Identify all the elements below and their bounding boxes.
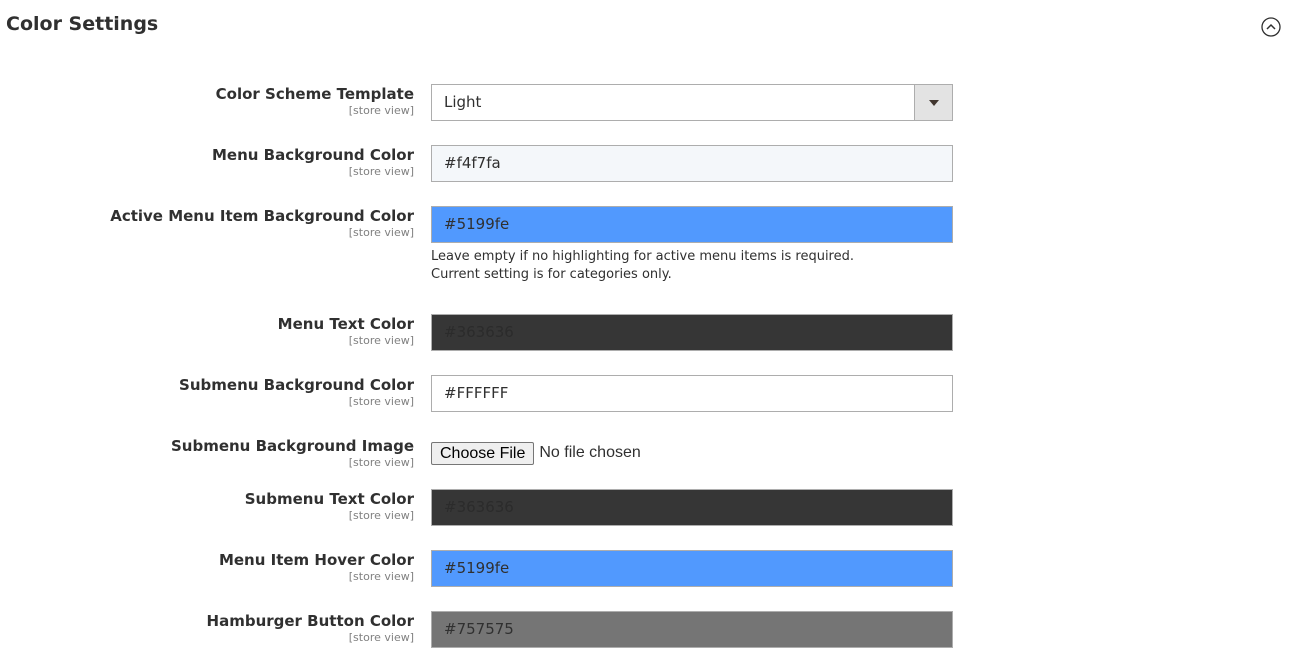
field-label: Menu Background Color [211, 146, 414, 164]
section-title: Color Settings [6, 13, 159, 35]
field-label: Color Scheme Template [215, 85, 414, 103]
field-label: Menu Text Color [277, 315, 414, 333]
active-menu-item-background-color-input[interactable]: #5199fe [431, 206, 953, 243]
field-label-group: Menu Item Hover Color [store view] [219, 551, 414, 584]
scope-label: [store view] [348, 334, 414, 347]
collapse-section-button[interactable] [1261, 17, 1281, 37]
select-value: Light [444, 93, 482, 111]
scope-label: [store view] [348, 631, 414, 644]
field-label-group: Submenu Background Color [store view] [179, 376, 414, 409]
submenu-text-color-input[interactable]: #363636 [431, 489, 953, 526]
scope-label: [store view] [348, 456, 414, 469]
field-label: Active Menu Item Background Color [110, 207, 414, 225]
submenu-background-image-file-input[interactable]: Choose File No file chosen [431, 441, 641, 465]
field-label-group: Color Scheme Template [store view] [216, 85, 414, 118]
field-note: Leave empty if no highlighting for activ… [431, 248, 854, 284]
field-label: Menu Item Hover Color [218, 551, 414, 569]
field-label: Submenu Background Image [170, 437, 414, 455]
chevron-up-circle-icon [1261, 17, 1281, 37]
scope-label: [store view] [348, 395, 414, 408]
scope-label: [store view] [348, 226, 414, 239]
scope-label: [store view] [348, 570, 414, 583]
menu-item-hover-color-input[interactable]: #5199fe [431, 550, 953, 587]
caret-down-icon [929, 100, 939, 106]
field-label: Submenu Text Color [244, 490, 414, 508]
field-label: Submenu Background Color [179, 376, 414, 394]
field-label-group: Menu Text Color [store view] [278, 315, 414, 348]
field-note-line: Leave empty if no highlighting for activ… [431, 249, 854, 264]
field-note-line: Current setting is for categories only. [431, 267, 672, 282]
hamburger-button-color-input[interactable]: #757575 [431, 611, 953, 648]
field-label-group: Active Menu Item Background Color [store… [110, 207, 414, 240]
menu-text-color-input[interactable]: #363636 [431, 314, 953, 351]
field-label: Hamburger Button Color [206, 612, 414, 630]
choose-file-button[interactable]: Choose File [431, 441, 535, 465]
menu-background-color-input[interactable]: #f4f7fa [431, 145, 953, 182]
scope-label: [store view] [348, 104, 414, 117]
submenu-background-color-input[interactable]: #FFFFFF [431, 375, 953, 412]
scope-label: [store view] [348, 165, 414, 178]
color-settings-page: Color Settings Color Scheme Template [st… [0, 0, 1296, 661]
field-label-group: Menu Background Color [store view] [212, 146, 414, 179]
file-status-text: No file chosen [539, 444, 641, 461]
scope-label: [store view] [348, 509, 414, 522]
field-label-group: Hamburger Button Color [store view] [207, 612, 414, 645]
color-scheme-template-select[interactable]: Light [431, 84, 953, 121]
select-arrow-button[interactable] [914, 85, 952, 120]
field-label-group: Submenu Background Image [store view] [171, 437, 414, 470]
field-label-group: Submenu Text Color [store view] [245, 490, 414, 523]
